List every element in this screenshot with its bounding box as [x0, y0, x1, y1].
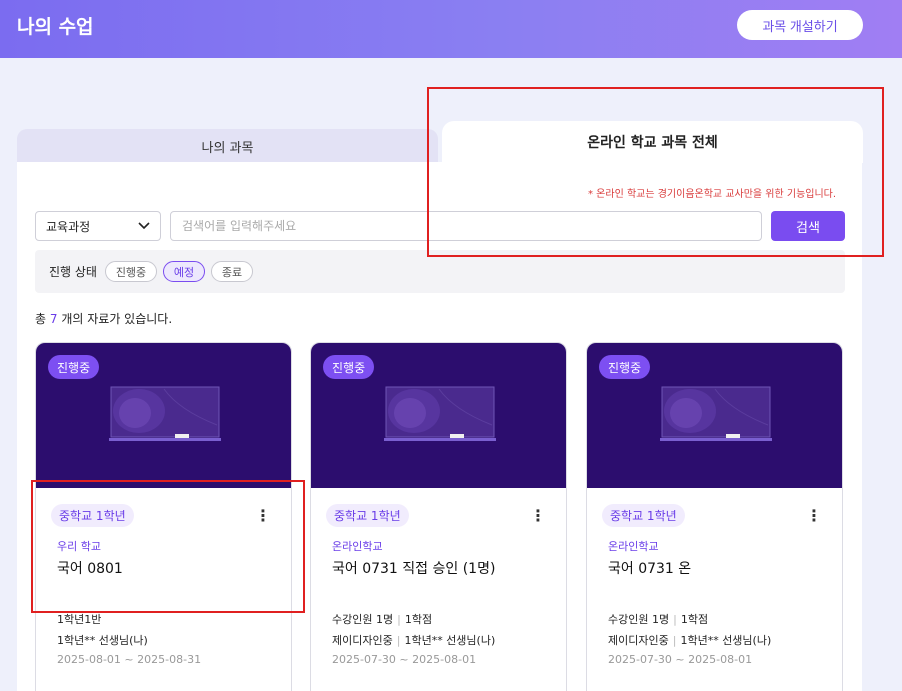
- course-title[interactable]: 국어 0731 직접 승인 (1명): [332, 558, 495, 578]
- status-chip-in-progress[interactable]: 진행중: [105, 261, 157, 282]
- search-input[interactable]: [170, 211, 762, 241]
- enrollment-count: 수강인원 1명: [332, 613, 394, 626]
- enrollment-count: 수강인원 1명: [608, 613, 670, 626]
- course-card[interactable]: 진행중 중학교 1학년 ⋮ 온라인학교 국어 0731 직접 승인 (1명) 수…: [310, 342, 567, 691]
- search-button[interactable]: 검색: [771, 211, 845, 241]
- status-badge: 진행중: [599, 355, 651, 379]
- school-name: 온라인학교: [608, 540, 659, 553]
- chevron-down-icon: [138, 219, 150, 233]
- curriculum-select[interactable]: 교육과정: [35, 211, 161, 241]
- status-badge: 진행중: [48, 355, 100, 379]
- tab-my-courses[interactable]: 나의 과목: [17, 129, 438, 163]
- class-info: 수강인원 1명 | 1학점: [608, 613, 709, 626]
- result-count-prefix: 총: [35, 312, 47, 326]
- blackboard-illustration: [384, 386, 496, 441]
- school-label: 제이디자인중: [332, 634, 393, 647]
- result-count-number: 7: [49, 312, 58, 326]
- status-chip-ended[interactable]: 종료: [211, 261, 253, 282]
- teacher-name: 선생님(나): [98, 634, 148, 647]
- online-school-notice: * 온라인 학교는 경기이음온학교 교사만을 위한 기능입니다.: [588, 189, 837, 200]
- status-chip-scheduled[interactable]: 예정: [163, 261, 205, 282]
- blackboard-illustration: [660, 386, 772, 441]
- blackboard-illustration: [109, 386, 221, 441]
- class-info: 수강인원 1명 | 1학점: [332, 613, 433, 626]
- credit-info: 1학점: [680, 613, 709, 626]
- teacher-name: 1학년** 선생님(나): [680, 634, 772, 647]
- tab-online-school-courses[interactable]: 온라인 학교 과목 전체: [442, 121, 863, 163]
- school-name: 우리 학교: [57, 540, 101, 553]
- curriculum-select-value: 교육과정: [46, 219, 91, 234]
- course-title[interactable]: 국어 0731 온: [608, 558, 691, 578]
- teacher-info: 1학년** 선생님(나): [57, 632, 148, 648]
- course-dates: 2025-07-30 ~ 2025-08-01: [608, 653, 753, 666]
- teacher-name: 1학년** 선생님(나): [404, 634, 496, 647]
- grade-tag: 중학교 1학년: [326, 504, 409, 527]
- school-name: 온라인학교: [332, 540, 383, 553]
- result-count: 총 7 개의 자료가 있습니다.: [35, 310, 172, 327]
- page-title: 나의 수업: [17, 16, 94, 38]
- more-menu-icon[interactable]: ⋮: [805, 505, 823, 525]
- teacher-info: 제이디자인중 | 1학년** 선생님(나): [608, 634, 772, 647]
- grade-tag: 중학교 1학년: [602, 504, 685, 527]
- more-menu-icon[interactable]: ⋮: [254, 505, 272, 525]
- course-dates: 2025-07-30 ~ 2025-08-01: [332, 653, 477, 666]
- course-title[interactable]: 국어 0801: [57, 558, 123, 578]
- result-count-suffix: 개의 자료가 있습니다.: [61, 312, 173, 326]
- credit-info: 1학점: [404, 613, 433, 626]
- teacher-grade: 1학년**: [57, 634, 96, 647]
- course-card[interactable]: 진행중 중학교 1학년 ⋮ 우리 학교 국어 0801 1학년1반 1학년** …: [35, 342, 292, 691]
- school-label: 제이디자인중: [608, 634, 669, 647]
- more-menu-icon[interactable]: ⋮: [529, 505, 547, 525]
- teacher-info: 제이디자인중 | 1학년** 선생님(나): [332, 634, 496, 647]
- status-filter-label: 진행 상태: [49, 265, 97, 279]
- course-card[interactable]: 진행중 중학교 1학년 ⋮ 온라인학교 국어 0731 온 수강인원 1명 | 1학…: [586, 342, 843, 691]
- status-badge: 진행중: [323, 355, 375, 379]
- grade-tag: 중학교 1학년: [51, 504, 134, 527]
- course-dates: 2025-08-01 ~ 2025-08-31: [57, 653, 202, 666]
- create-course-button[interactable]: 과목 개설하기: [737, 10, 863, 40]
- class-info: 1학년1반: [57, 613, 102, 626]
